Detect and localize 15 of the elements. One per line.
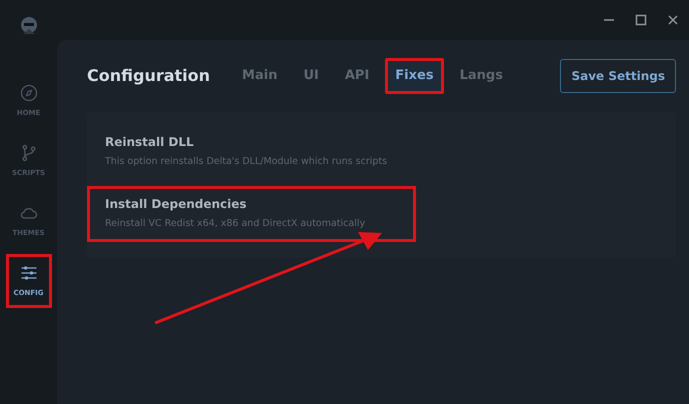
tab[interactable]: Fixes <box>385 58 444 94</box>
tab[interactable]: Langs <box>450 58 513 94</box>
save-settings-button[interactable]: Save Settings <box>560 58 676 93</box>
option-title: Reinstall DLL <box>105 134 195 150</box>
page-title: Configuration <box>87 64 210 87</box>
option-item[interactable]: Install Dependencies Reinstall VC Redist x64, x86 and DirectX automatically <box>87 186 416 242</box>
option-title: Install Dependencies <box>105 196 248 213</box>
maximize-icon[interactable] <box>633 12 649 28</box>
option-item[interactable]: Reinstall DLL This option reinstalls Delta's DLL/Module which runs scripts <box>87 124 416 180</box>
compass-icon <box>18 83 38 104</box>
tab[interactable]: API <box>334 58 380 94</box>
tab[interactable]: UI <box>293 58 329 94</box>
option-description: Reinstall VC Redist x64, x86 and DirectX automatically <box>105 216 366 231</box>
option-description: This option reinstalls Delta's DLL/Module which runs scripts <box>105 154 388 168</box>
tab[interactable]: Main <box>232 58 288 94</box>
